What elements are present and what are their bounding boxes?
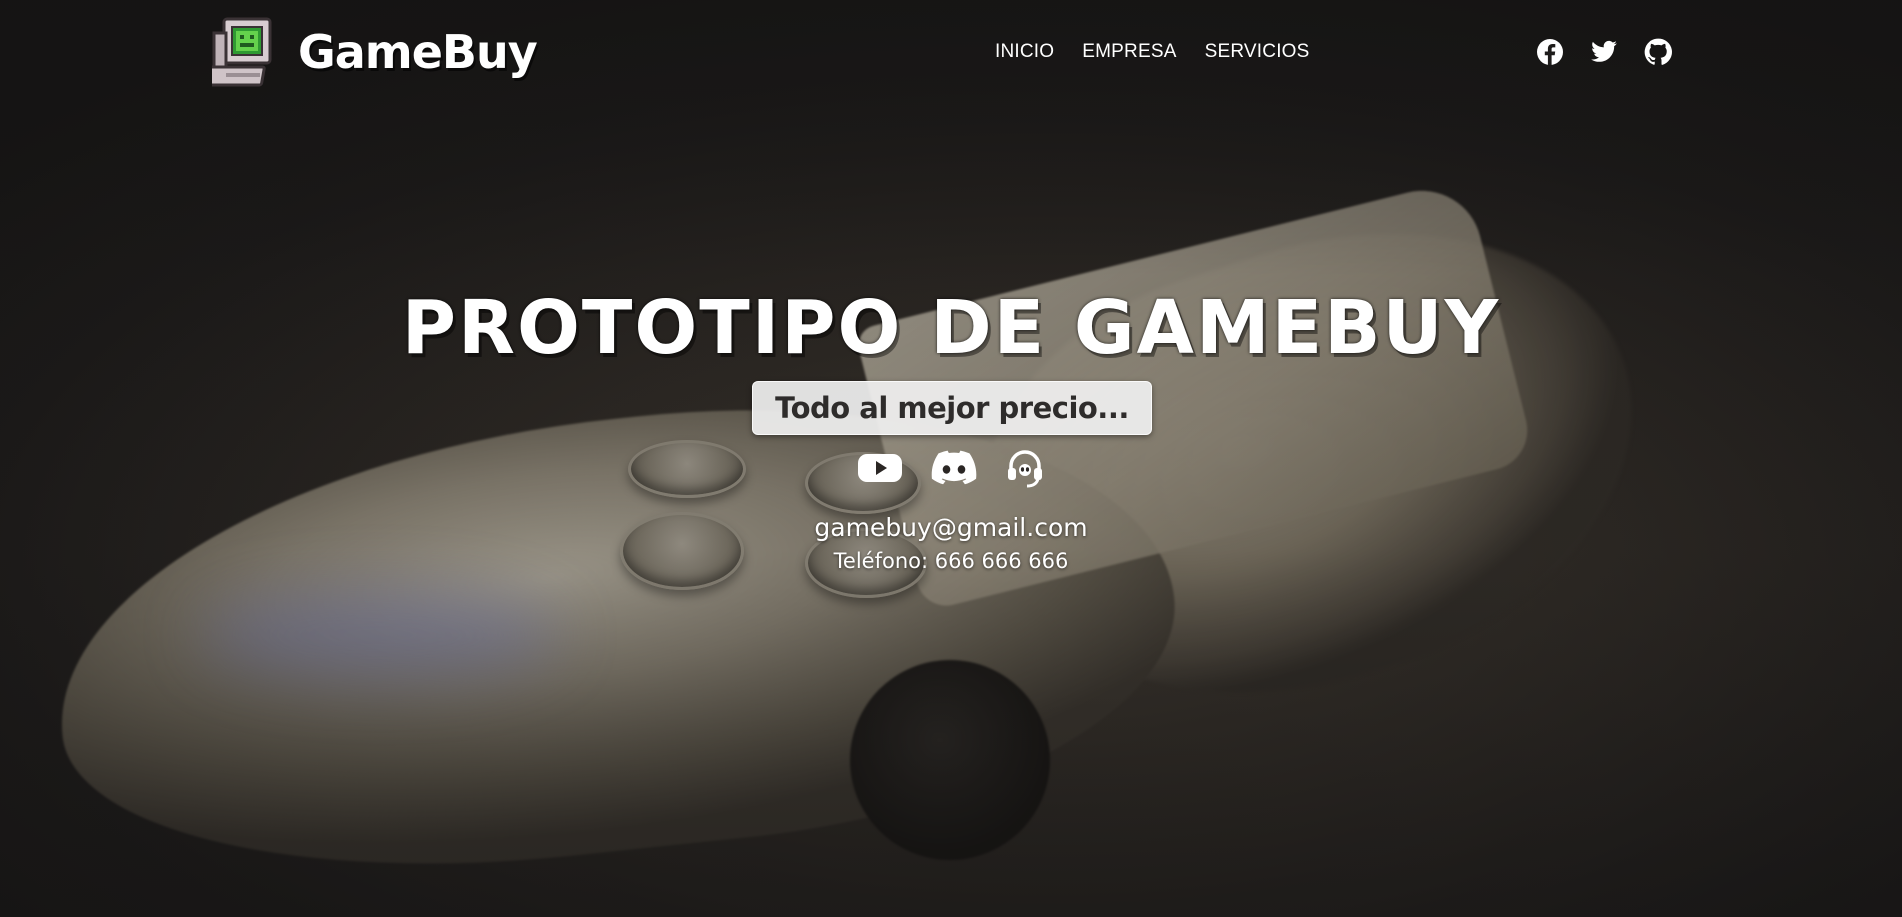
tagline-box: Todo al mejor precio... bbox=[752, 381, 1152, 435]
hero-section: PROTOTIPO DE GAMEBUY Todo al mejor preci… bbox=[0, 0, 1902, 917]
hero-contact-icons bbox=[857, 448, 1045, 492]
headset-icon[interactable] bbox=[1005, 448, 1045, 492]
discord-icon[interactable] bbox=[931, 450, 977, 490]
contact-phone: Teléfono: 666 666 666 bbox=[833, 549, 1069, 573]
contact-email[interactable]: gamebuy@gmail.com bbox=[0, 513, 1902, 542]
youtube-icon[interactable] bbox=[857, 451, 903, 489]
hero-title: PROTOTIPO DE GAMEBUY bbox=[401, 285, 1501, 371]
tagline-text: Todo al mejor precio... bbox=[775, 391, 1129, 425]
